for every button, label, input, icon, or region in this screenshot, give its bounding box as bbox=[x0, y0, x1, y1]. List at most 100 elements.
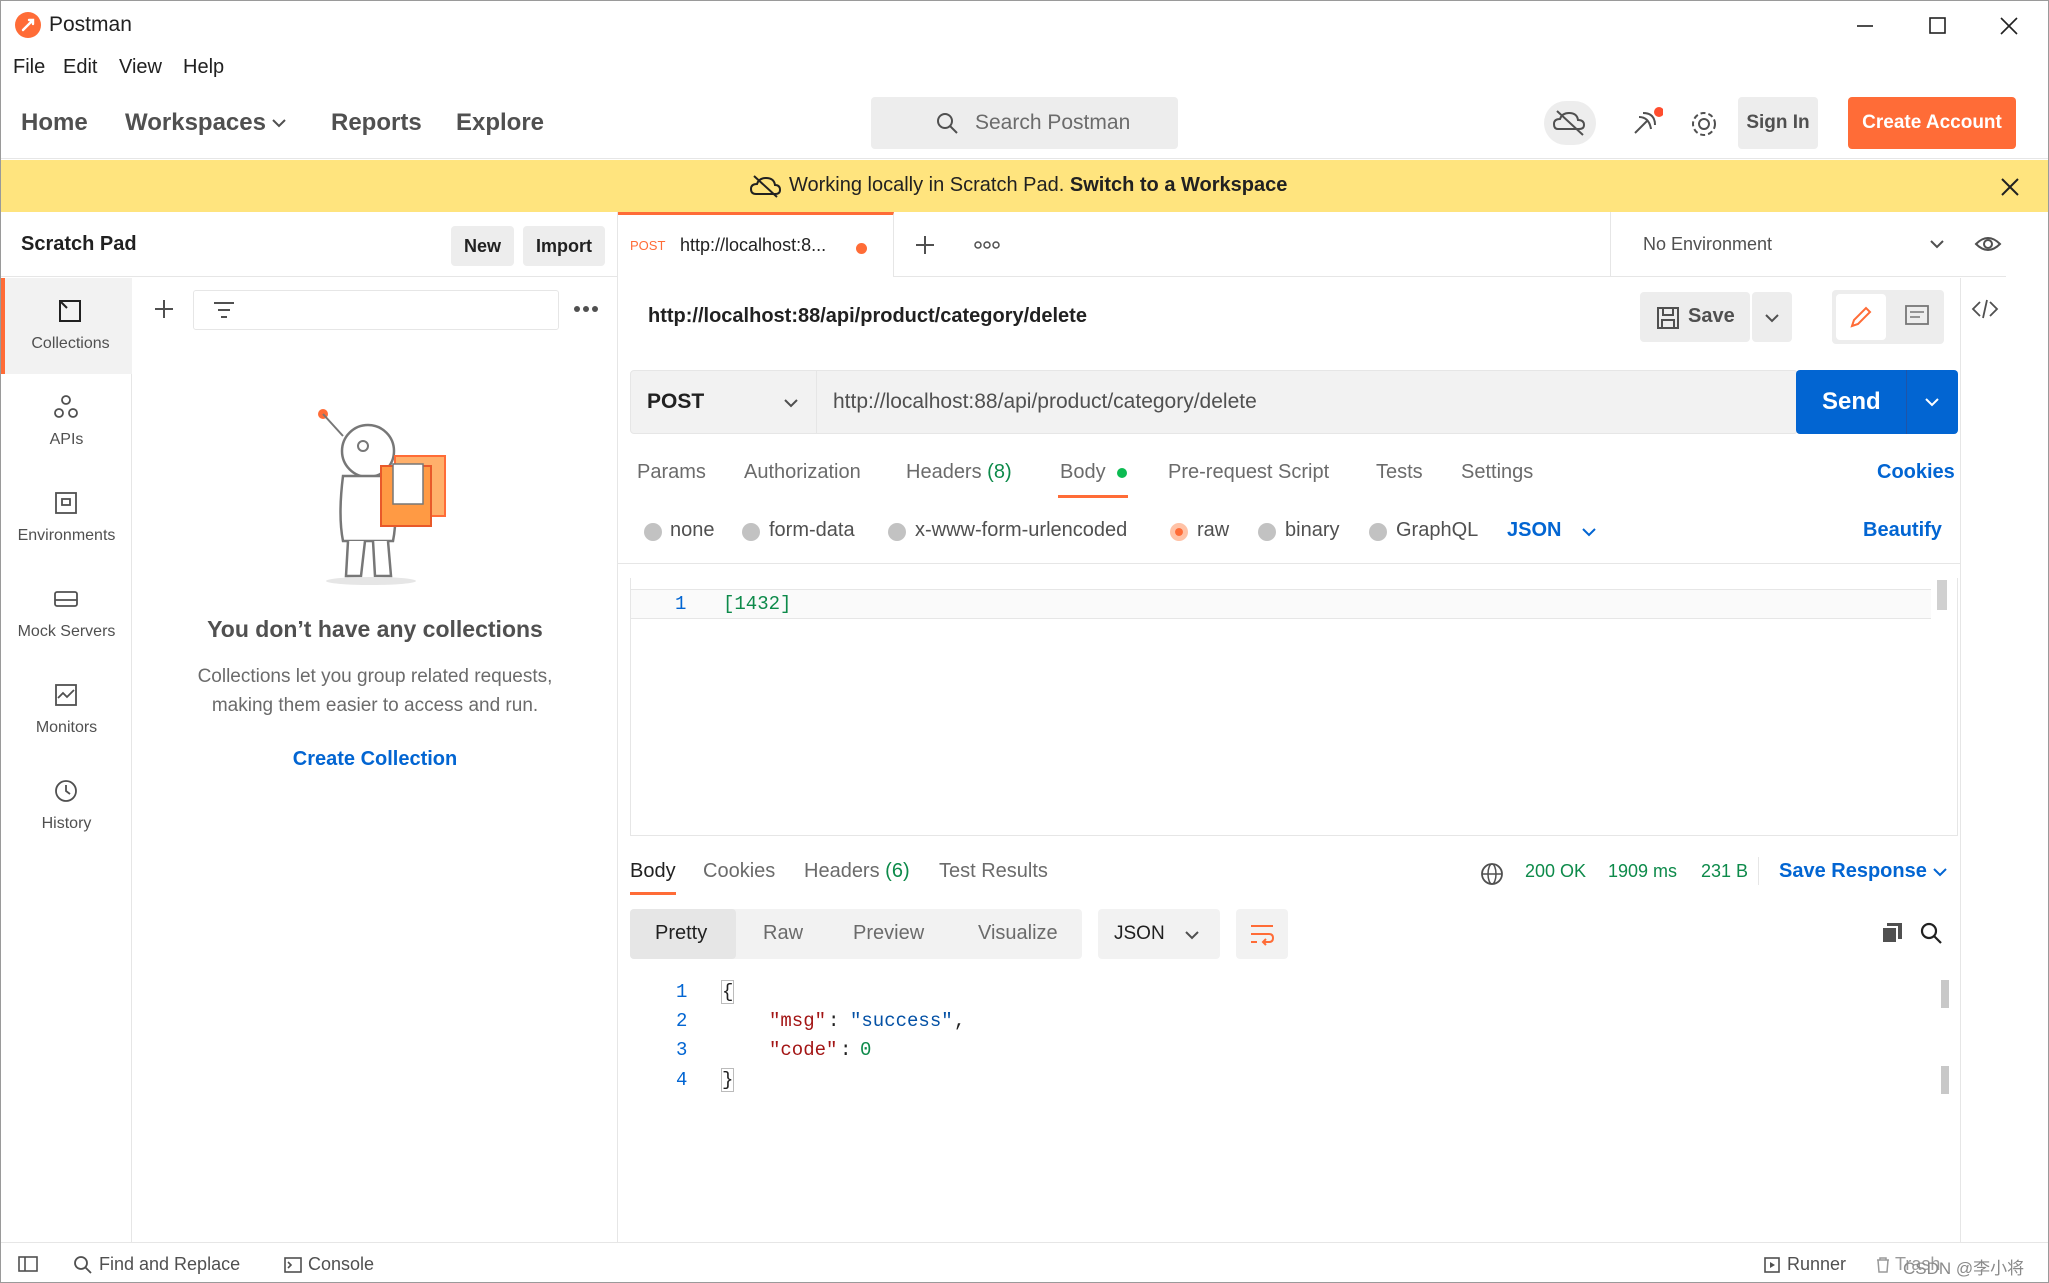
response-tab-cookies[interactable]: Cookies bbox=[703, 860, 775, 883]
code-snippet-icon[interactable] bbox=[1971, 298, 1999, 320]
nav-home[interactable]: Home bbox=[21, 109, 88, 137]
nav-reports[interactable]: Reports bbox=[331, 109, 422, 137]
tab-params[interactable]: Params bbox=[637, 461, 706, 484]
view-visualize[interactable]: Visualize bbox=[978, 922, 1058, 945]
tab-settings[interactable]: Settings bbox=[1461, 461, 1533, 484]
sign-in-button[interactable]: Sign In bbox=[1738, 97, 1818, 149]
radio-raw-selected[interactable] bbox=[1170, 523, 1188, 541]
request-body-editor[interactable]: 1 [1432] bbox=[630, 578, 1958, 836]
response-scrollbar-bottom[interactable] bbox=[1941, 1066, 1949, 1094]
menu-help[interactable]: Help bbox=[183, 56, 224, 79]
console-button[interactable]: Console bbox=[308, 1254, 374, 1275]
find-and-replace-button[interactable]: Find and Replace bbox=[99, 1254, 240, 1275]
send-chevron-down-icon[interactable] bbox=[1924, 396, 1940, 408]
toggle-sidebar-icon[interactable] bbox=[17, 1255, 39, 1273]
environment-quick-look-eye-icon[interactable] bbox=[1974, 234, 2002, 254]
response-status[interactable]: 200 OK bbox=[1525, 861, 1586, 882]
minimize-button[interactable] bbox=[1837, 9, 1893, 43]
menu-view[interactable]: View bbox=[119, 56, 162, 79]
option-none[interactable]: none bbox=[670, 519, 715, 542]
create-account-button[interactable]: Create Account bbox=[1848, 97, 2016, 149]
response-time[interactable]: 1909 ms bbox=[1608, 861, 1677, 882]
import-button[interactable]: Import bbox=[523, 226, 605, 266]
response-scrollbar-top[interactable] bbox=[1941, 980, 1949, 1008]
sync-offline-icon[interactable] bbox=[1544, 101, 1596, 145]
documentation-comment-icon[interactable] bbox=[1892, 294, 1940, 340]
view-pretty[interactable]: Pretty bbox=[655, 922, 707, 945]
response-tab-body[interactable]: Body bbox=[630, 860, 676, 883]
search-response-icon[interactable] bbox=[1919, 921, 1943, 945]
option-binary[interactable]: binary bbox=[1285, 519, 1339, 542]
tab-tests[interactable]: Tests bbox=[1376, 461, 1423, 484]
sidebar-item-apis[interactable]: APIs bbox=[1, 374, 132, 470]
sidebar-item-environments[interactable]: Environments bbox=[1, 470, 132, 566]
tab-authorization[interactable]: Authorization bbox=[744, 461, 861, 484]
sidebar-item-collections[interactable]: Collections bbox=[1, 278, 132, 374]
create-collection-link[interactable]: Create Collection bbox=[133, 748, 617, 771]
new-button[interactable]: New bbox=[451, 226, 514, 266]
filter-collections-input[interactable] bbox=[193, 290, 559, 330]
sidebar-item-mock-servers[interactable]: Mock Servers bbox=[1, 566, 132, 662]
wrap-lines-button[interactable] bbox=[1236, 909, 1288, 959]
tab-pre-request-script[interactable]: Pre-request Script bbox=[1168, 461, 1329, 484]
radio-graphql[interactable] bbox=[1369, 523, 1387, 541]
body-format-chevron-down-icon[interactable] bbox=[1581, 526, 1597, 538]
url-input[interactable]: http://localhost:88/api/product/category… bbox=[833, 390, 1257, 414]
radio-form-data[interactable] bbox=[742, 523, 760, 541]
globe-icon[interactable] bbox=[1480, 862, 1504, 886]
search-input[interactable]: Search Postman bbox=[871, 97, 1178, 149]
save-response-button[interactable]: Save Response bbox=[1779, 860, 1927, 883]
editor-scrollbar[interactable] bbox=[1937, 580, 1947, 610]
close-window-button[interactable] bbox=[1981, 9, 2037, 43]
save-response-chevron-down-icon[interactable] bbox=[1932, 866, 1948, 878]
response-format-select[interactable]: JSON bbox=[1098, 909, 1220, 959]
send-button[interactable]: Send bbox=[1796, 370, 1958, 434]
tab-body[interactable]: Body bbox=[1060, 461, 1128, 484]
runner-button[interactable]: Runner bbox=[1787, 1254, 1846, 1275]
sidebar-item-history[interactable]: History bbox=[1, 758, 132, 854]
edit-pencil-icon[interactable] bbox=[1836, 294, 1886, 340]
nav-workspaces[interactable]: Workspaces bbox=[125, 109, 266, 137]
menu-file[interactable]: File bbox=[13, 56, 45, 79]
save-button[interactable]: Save bbox=[1640, 292, 1750, 342]
radio-none[interactable] bbox=[644, 523, 662, 541]
request-name[interactable]: http://localhost:88/api/product/category… bbox=[648, 305, 1087, 328]
sidebar-item-monitors[interactable]: Monitors bbox=[1, 662, 132, 758]
response-tab-headers-count: (6) bbox=[885, 860, 910, 882]
response-tab-test-results[interactable]: Test Results bbox=[939, 860, 1048, 883]
wrap-lines-icon bbox=[1249, 922, 1275, 946]
response-format-chevron-down-icon bbox=[1184, 929, 1200, 941]
view-raw[interactable]: Raw bbox=[763, 922, 803, 945]
nav-explore[interactable]: Explore bbox=[456, 109, 544, 137]
switch-workspace-link[interactable]: Switch to a Workspace bbox=[1070, 174, 1287, 196]
banner-close-icon[interactable] bbox=[1999, 176, 2021, 198]
radio-x-www-form-urlencoded[interactable] bbox=[888, 523, 906, 541]
workspaces-chevron-down-icon[interactable] bbox=[271, 117, 287, 129]
tab-headers[interactable]: Headers (8) bbox=[906, 461, 1012, 484]
response-tab-headers[interactable]: Headers (6) bbox=[804, 860, 910, 883]
body-format-select[interactable]: JSON bbox=[1507, 519, 1561, 542]
beautify-link[interactable]: Beautify bbox=[1863, 519, 1942, 542]
method-select[interactable]: POST bbox=[631, 371, 817, 433]
cookies-link[interactable]: Cookies bbox=[1877, 461, 1955, 484]
environment-select[interactable]: No Environment bbox=[1610, 212, 1960, 277]
option-form-data[interactable]: form-data bbox=[769, 519, 855, 542]
editor-body-text[interactable]: [1432] bbox=[723, 593, 791, 615]
menu-edit[interactable]: Edit bbox=[63, 56, 97, 79]
maximize-button[interactable] bbox=[1909, 9, 1965, 43]
request-tab[interactable]: POST http://localhost:8... bbox=[618, 212, 894, 277]
copy-response-icon[interactable] bbox=[1880, 921, 1904, 945]
more-options-icon[interactable] bbox=[573, 304, 599, 314]
save-options-button[interactable] bbox=[1752, 292, 1792, 342]
tab-options-icon[interactable] bbox=[974, 240, 1000, 250]
radio-binary[interactable] bbox=[1258, 523, 1276, 541]
response-size[interactable]: 231 B bbox=[1701, 861, 1748, 882]
option-x-www-form-urlencoded[interactable]: x-www-form-urlencoded bbox=[915, 519, 1127, 542]
add-collection-plus-icon[interactable] bbox=[153, 298, 175, 320]
new-tab-plus-icon[interactable] bbox=[914, 234, 936, 256]
settings-gear-icon[interactable] bbox=[1689, 109, 1719, 139]
option-raw[interactable]: raw bbox=[1197, 519, 1229, 542]
option-graphql[interactable]: GraphQL bbox=[1396, 519, 1478, 542]
view-preview[interactable]: Preview bbox=[853, 922, 924, 945]
satellite-notifications-icon[interactable] bbox=[1629, 107, 1663, 141]
